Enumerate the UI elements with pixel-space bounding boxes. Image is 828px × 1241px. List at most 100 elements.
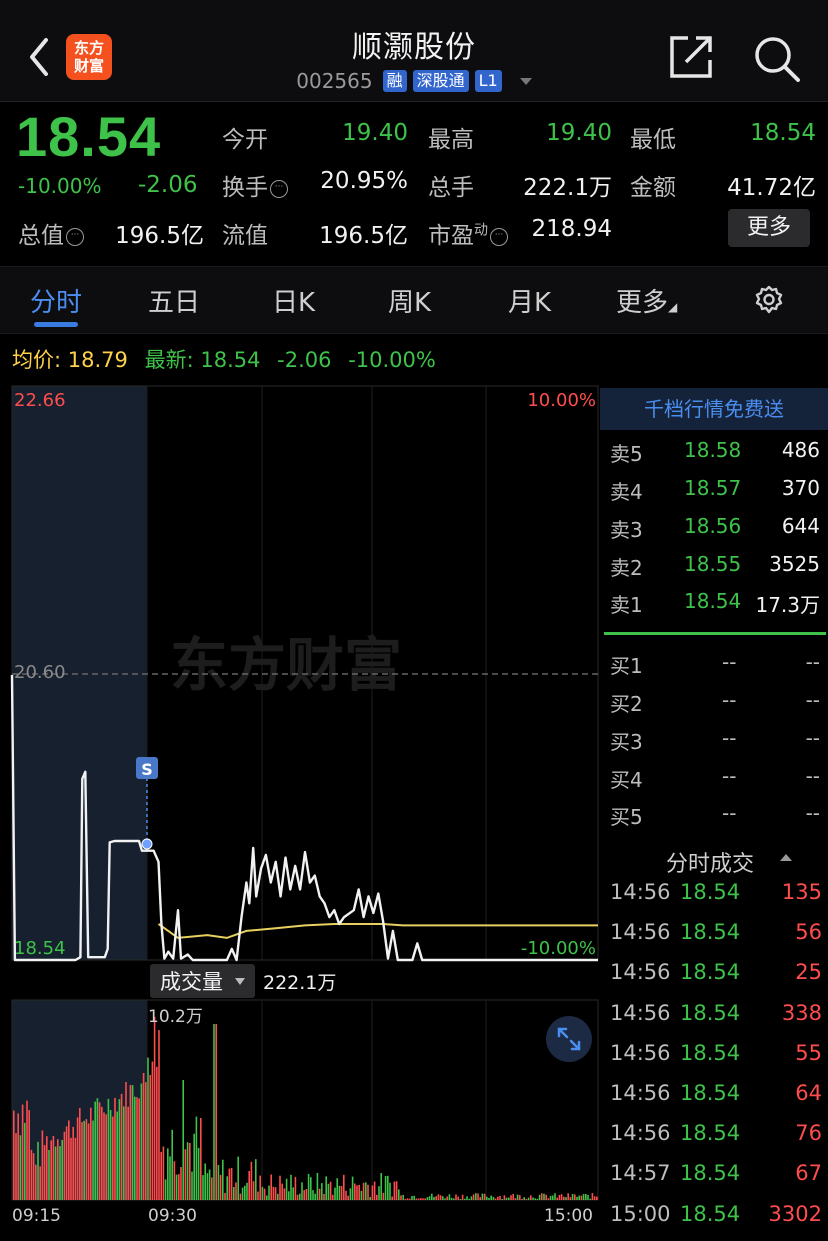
volume-bar — [250, 1161, 253, 1200]
tag-margin: 融 — [382, 70, 407, 92]
volume-bar — [538, 1194, 541, 1200]
ask-row[interactable]: 卖1 18.54 17.3万 — [610, 589, 820, 619]
volume-bar — [360, 1190, 363, 1200]
pe-value: 218.94 — [531, 216, 612, 242]
trade-time: 14:56 — [610, 1040, 671, 1065]
volume-bar — [464, 1198, 466, 1200]
bid-row[interactable]: 买4 -- -- — [610, 764, 820, 794]
price-chart[interactable]: 东方财富 S 22.66 20.60 18.54 10.00% -10.00% — [0, 380, 600, 964]
more-quote-button[interactable]: 更多 — [728, 209, 810, 247]
volume-bar — [191, 1171, 193, 1200]
info-icon[interactable]: ··· — [490, 228, 508, 246]
ask-row[interactable]: 卖2 18.55 3525 — [610, 552, 820, 582]
ask-level-label: 卖4 — [610, 480, 643, 504]
volume-bar — [136, 1097, 138, 1200]
bid-row[interactable]: 买2 -- -- — [610, 688, 820, 718]
trade-row[interactable]: 14:56 18.54 135 — [610, 880, 822, 910]
volume-bar — [505, 1197, 508, 1200]
tab-intraday[interactable]: 分时 — [30, 282, 82, 319]
volume-bar — [492, 1196, 495, 1200]
bid-volume: -- — [805, 801, 820, 825]
ask-row[interactable]: 卖3 18.56 644 — [610, 514, 820, 544]
trade-time: 14:56 — [610, 960, 671, 985]
current-price: 18.54 — [16, 105, 162, 168]
volume-bar — [156, 1066, 158, 1200]
bid-row[interactable]: 买5 -- -- — [610, 801, 820, 831]
volume-bar — [57, 1139, 59, 1200]
share-button[interactable] — [668, 34, 714, 80]
volume-bar — [580, 1195, 583, 1200]
chevron-down-icon[interactable] — [519, 77, 532, 85]
volume-bar — [336, 1178, 338, 1200]
trade-row[interactable]: 15:00 18.54 3302 — [610, 1202, 822, 1232]
volume-bar — [169, 1156, 171, 1200]
volume-bar — [543, 1193, 545, 1200]
trade-row[interactable]: 14:56 18.54 25 — [610, 960, 822, 990]
volume-bar — [17, 1113, 19, 1200]
active-tab-indicator — [34, 322, 78, 327]
volume-bar — [314, 1193, 316, 1200]
bid-row[interactable]: 买1 -- -- — [610, 650, 820, 680]
volume-bar — [321, 1183, 323, 1200]
trade-row[interactable]: 14:56 18.54 338 — [610, 1001, 822, 1031]
volume-bar — [404, 1198, 407, 1200]
trade-row[interactable]: 14:56 18.54 55 — [610, 1041, 822, 1071]
volume-bar — [596, 1196, 598, 1200]
volume-bar — [85, 1119, 88, 1200]
volume-bar — [486, 1196, 488, 1200]
search-button[interactable] — [752, 34, 802, 84]
volume-bar — [241, 1187, 244, 1200]
tab-weekly-k[interactable]: 周K — [388, 282, 431, 319]
volume-bar — [490, 1195, 492, 1200]
volume-bar — [351, 1176, 354, 1200]
turnover-label[interactable]: 换手 ··· — [222, 168, 288, 202]
latest-pct: -10.00% — [348, 348, 436, 372]
trades-title[interactable]: 分时成交 — [666, 846, 754, 878]
info-icon[interactable]: ··· — [66, 228, 84, 246]
chart-settings-button[interactable] — [752, 284, 786, 322]
mcap-value: 196.5亿 — [115, 223, 204, 249]
tab-five-day[interactable]: 五日 — [148, 282, 200, 319]
tab-more[interactable]: 更多◢ — [616, 282, 677, 319]
intraday-chart[interactable]: 东方财富 S 22.66 20.60 18.54 10.00% -10.00% … — [0, 380, 600, 1210]
mcap-label[interactable]: 总值 ··· — [18, 216, 84, 250]
ask-level-label: 卖2 — [610, 556, 643, 580]
volume-bar — [494, 1198, 497, 1200]
trade-row[interactable]: 14:56 18.54 76 — [610, 1121, 822, 1151]
volume-bar — [587, 1194, 589, 1200]
volume-bar — [512, 1194, 514, 1200]
volume-bar — [160, 1151, 162, 1200]
trade-row[interactable]: 14:57 18.54 67 — [610, 1161, 822, 1191]
trade-volume: 64 — [795, 1081, 822, 1105]
volume-bar — [217, 1165, 220, 1200]
tab-daily-k[interactable]: 日K — [272, 282, 315, 319]
book-promo-banner[interactable]: 千档行情免费送 — [600, 388, 828, 430]
volume-bar — [373, 1181, 376, 1200]
volume-bar — [521, 1198, 523, 1200]
chevron-up-icon[interactable] — [780, 854, 792, 861]
indicator-selector[interactable]: 成交量 — [150, 964, 255, 998]
volume-bar — [35, 1164, 37, 1200]
ask-volume: 644 — [781, 514, 820, 538]
bid-row[interactable]: 买3 -- -- — [610, 726, 820, 756]
volume-bar — [153, 1016, 156, 1200]
volume-bar — [327, 1183, 330, 1200]
volume-bar — [142, 1073, 145, 1200]
volume-bar — [466, 1196, 468, 1200]
info-icon[interactable]: ··· — [270, 180, 288, 198]
pe-label[interactable]: 市盈动 ··· — [428, 216, 508, 250]
price-axis-bottom: 18.54 — [14, 938, 66, 959]
volume-bar — [591, 1193, 594, 1200]
ask-row[interactable]: 卖5 18.58 486 — [610, 438, 820, 468]
trade-row[interactable]: 14:56 18.54 56 — [610, 920, 822, 950]
volume-bar — [294, 1176, 297, 1200]
indicator-selector-label: 成交量 — [160, 970, 223, 994]
volume-bar — [448, 1194, 451, 1200]
volume-total: 222.1万 — [263, 971, 337, 994]
volume-bar — [479, 1197, 481, 1200]
tab-monthly-k[interactable]: 月K — [508, 282, 551, 319]
volume-bar — [211, 1177, 213, 1200]
fullscreen-button[interactable] — [546, 1016, 592, 1062]
trade-row[interactable]: 14:56 18.54 64 — [610, 1081, 822, 1111]
ask-row[interactable]: 卖4 18.57 370 — [610, 476, 820, 506]
